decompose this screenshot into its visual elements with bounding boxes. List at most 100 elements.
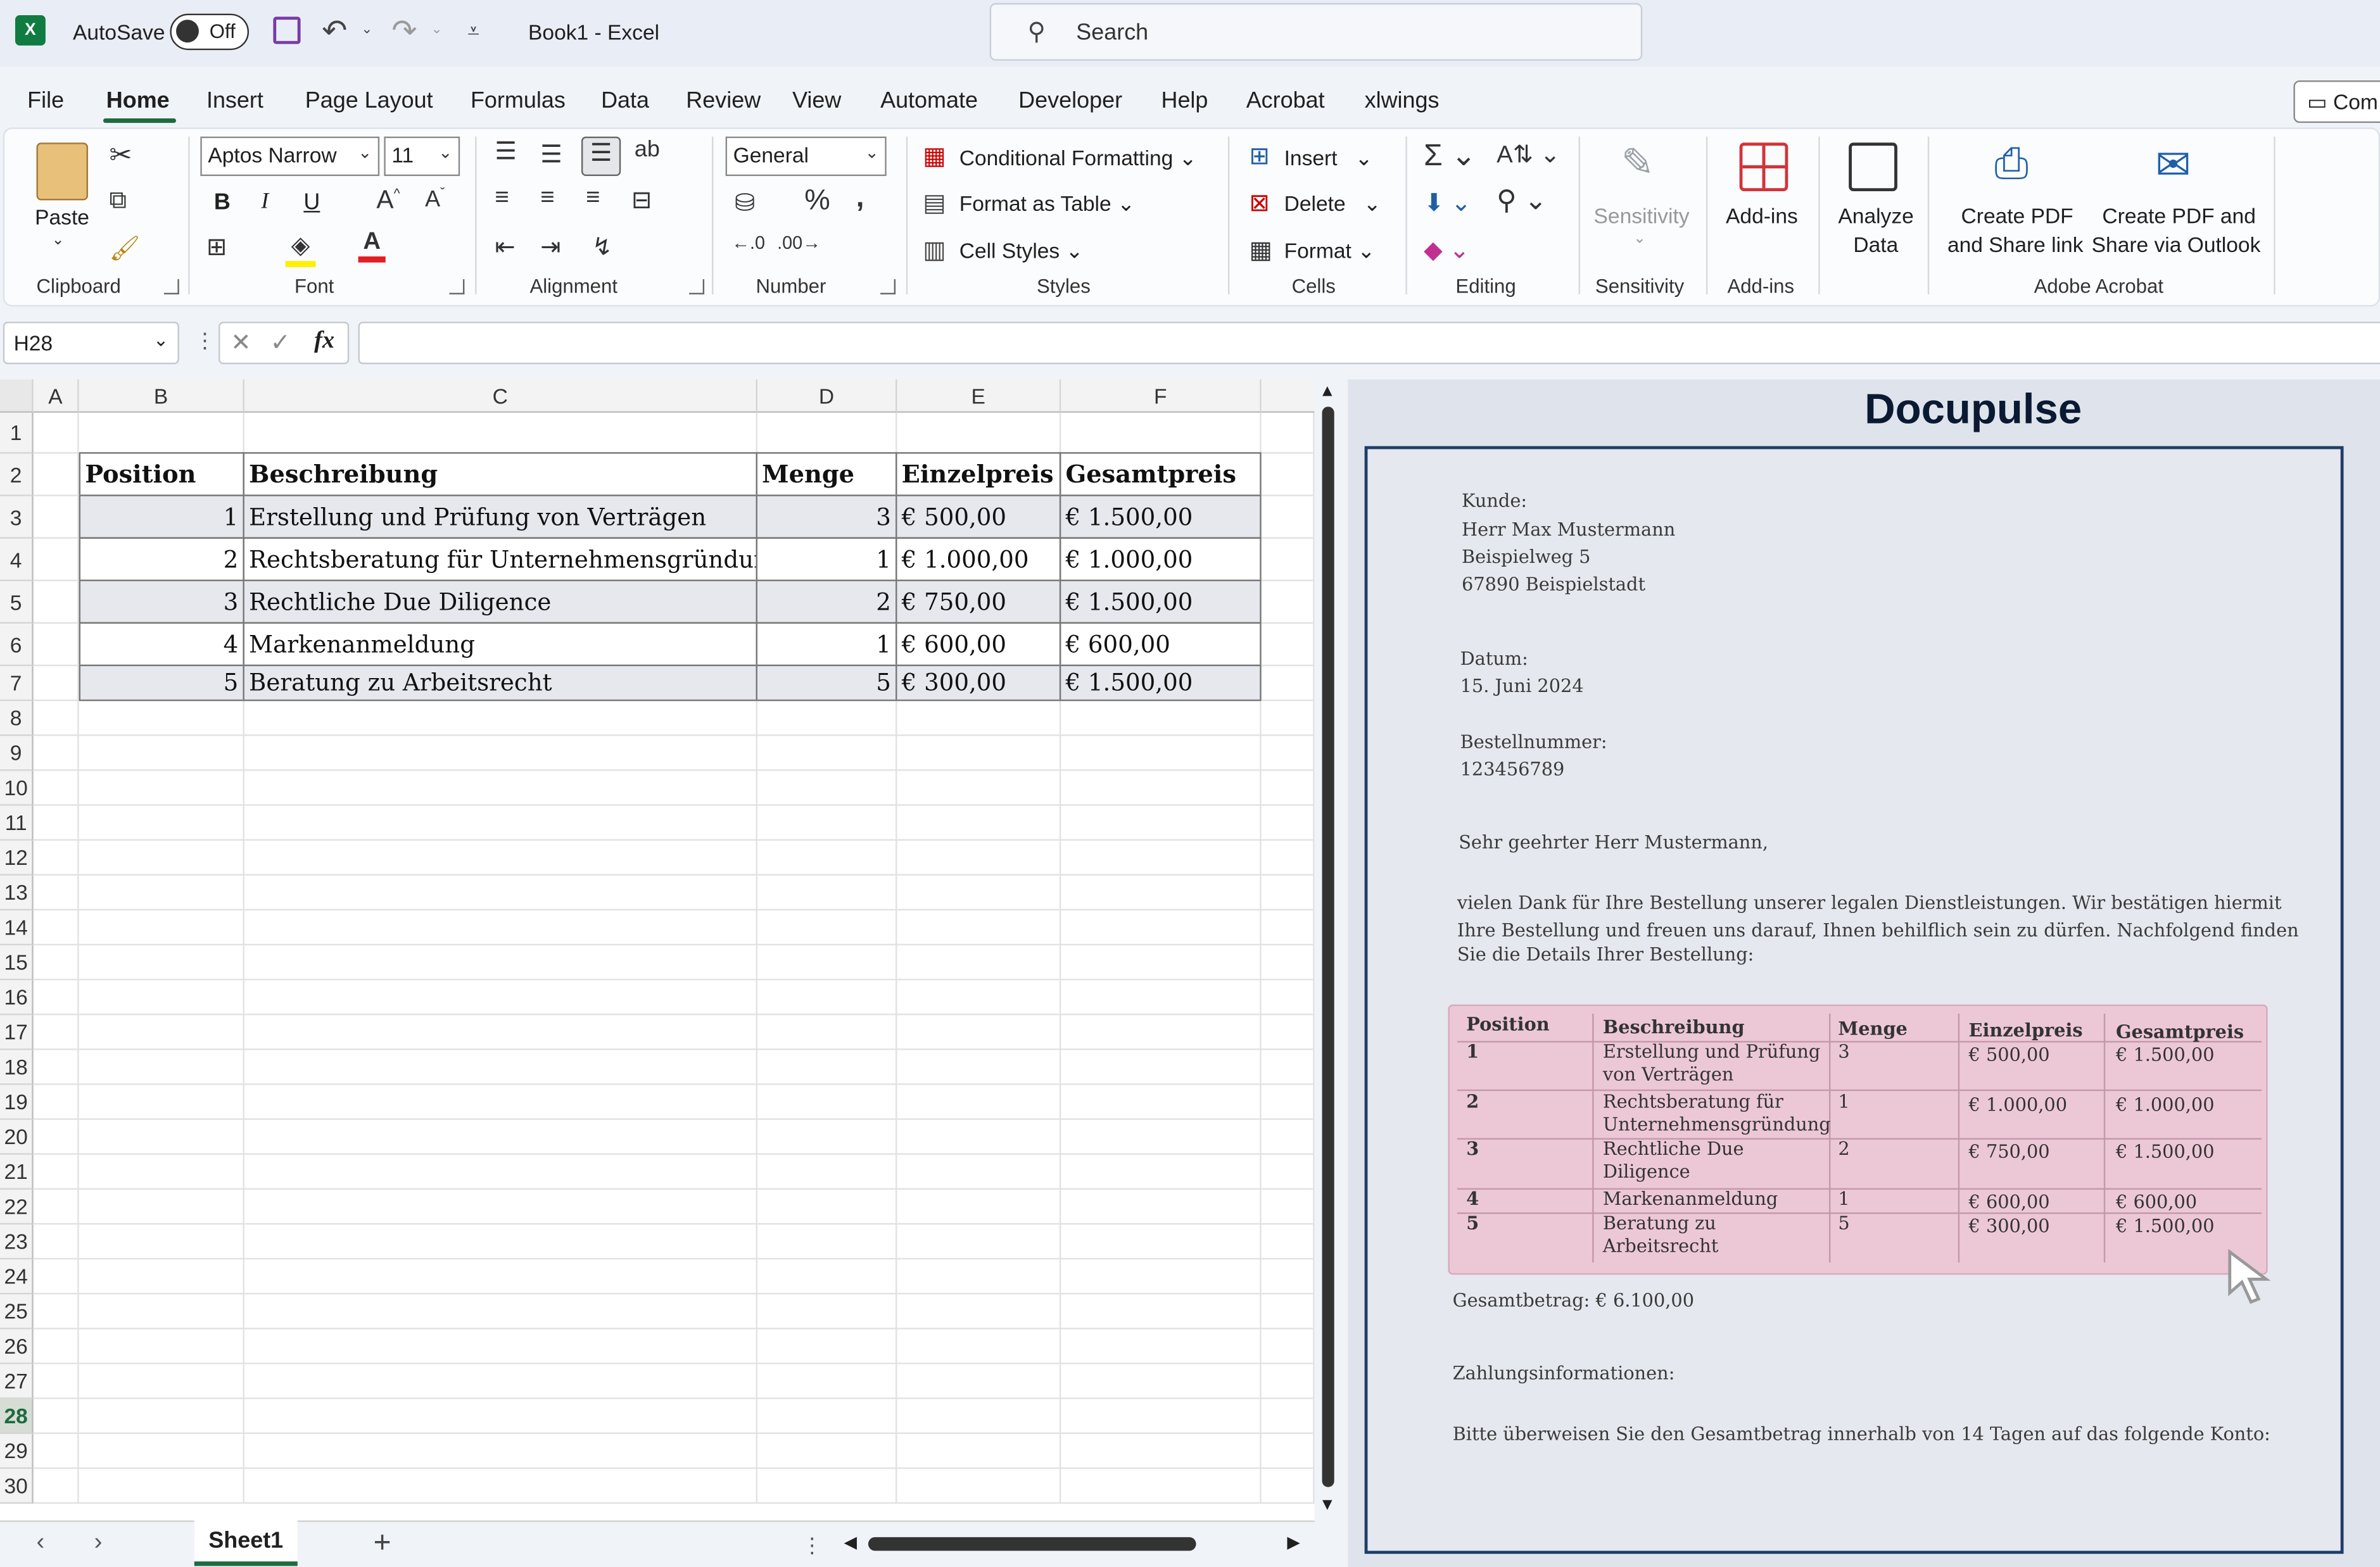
align-left-icon[interactable]: ≡ (495, 185, 509, 212)
create-pdf-outlook-line2[interactable]: Share via Outlook (2092, 232, 2261, 256)
comments-button[interactable]: ▭ Com (2293, 80, 2380, 123)
sensitivity-icon[interactable]: ✎ (1621, 139, 1654, 186)
table-header-cell[interactable]: Menge (756, 452, 897, 496)
table-cell[interactable]: Beratung zu Arbeitsrecht (243, 664, 757, 702)
increase-indent-icon[interactable]: ⇥ (540, 232, 560, 263)
borders-icon[interactable]: ⊞ (206, 232, 227, 263)
select-all-corner[interactable] (0, 379, 34, 413)
cut-icon[interactable]: ✂ (110, 139, 132, 171)
customize-toolbar-icon[interactable]: ⩡ (467, 18, 479, 44)
number-format-select[interactable]: General ⌄ (725, 136, 887, 177)
table-cell[interactable]: € 600,00 (896, 622, 1061, 667)
menu-home[interactable]: Home (106, 88, 170, 114)
search-box[interactable]: ⚲ Search (989, 3, 1643, 61)
row-header-13[interactable]: 13 (0, 875, 34, 911)
row-header-4[interactable]: 4 (0, 538, 34, 581)
menu-acrobat[interactable]: Acrobat (1246, 88, 1325, 114)
sensitivity-button[interactable]: Sensitivity (1594, 203, 1690, 227)
row-header-22[interactable]: 22 (0, 1190, 34, 1225)
table-cell[interactable]: € 1.500,00 (1059, 664, 1262, 702)
table-cell[interactable]: € 1.000,00 (1059, 537, 1262, 581)
row-header-8[interactable]: 8 (0, 701, 34, 736)
redo-icon[interactable]: ↷ (391, 12, 417, 50)
table-cell[interactable]: 1 (756, 537, 897, 581)
row-header-28[interactable]: 28 (0, 1399, 34, 1434)
menu-view[interactable]: View (792, 88, 841, 114)
menu-formulas[interactable]: Formulas (471, 88, 566, 114)
orientation-icon[interactable]: ab (635, 137, 660, 163)
copy-icon[interactable]: ⧉ (110, 188, 127, 215)
table-cell[interactable]: 2 (79, 537, 244, 581)
column-header-a[interactable]: A (33, 379, 79, 413)
menu-help[interactable]: Help (1161, 88, 1208, 114)
format-cells-icon[interactable]: ▦ (1249, 235, 1272, 265)
row-header-20[interactable]: 20 (0, 1119, 34, 1155)
column-header-d[interactable]: D (757, 379, 897, 413)
table-header-cell[interactable]: Einzelpreis (896, 452, 1061, 496)
row-header-23[interactable]: 23 (0, 1224, 34, 1260)
formula-input[interactable] (358, 322, 2380, 365)
sort-filter-icon[interactable]: A⇅ ⌄ (1497, 139, 1560, 170)
row-header-16[interactable]: 16 (0, 980, 34, 1016)
menu-page-layout[interactable]: Page Layout (305, 88, 433, 114)
row-header-5[interactable]: 5 (0, 581, 34, 624)
create-pdf-icon[interactable]: ⎙ (1994, 139, 2029, 189)
delete-cells-button[interactable]: Delete ⌄ (1284, 191, 1381, 217)
analyze-data-icon[interactable] (1849, 142, 1897, 191)
create-pdf-outlook-line1[interactable]: Create PDF and (2102, 203, 2255, 227)
scroll-left-icon[interactable]: ◀ (844, 1533, 857, 1552)
fill-icon[interactable]: ⬇ ⌄ (1424, 188, 1471, 218)
column-header-e[interactable]: E (897, 379, 1061, 413)
menu-insert[interactable]: Insert (206, 88, 263, 114)
add-ins-button[interactable]: Add-ins (1726, 203, 1798, 227)
table-cell[interactable]: 1 (79, 494, 244, 539)
analyze-data-line2[interactable]: Data (1853, 232, 1898, 256)
row-header-1[interactable]: 1 (0, 412, 34, 454)
paste-icon[interactable] (36, 142, 89, 201)
insert-cells-button[interactable]: Insert ⌄ (1284, 146, 1373, 172)
align-top-icon[interactable]: ☰ (495, 137, 516, 167)
formula-bar-options-icon[interactable]: ⋮ (194, 328, 216, 354)
table-cell[interactable]: € 600,00 (1059, 622, 1262, 667)
clipboard-launcher-icon[interactable] (163, 279, 179, 294)
horizontal-scroll-thumb[interactable] (868, 1537, 1196, 1551)
percent-icon[interactable]: % (804, 185, 830, 218)
align-right-icon[interactable]: ≡ (586, 185, 600, 212)
bold-button[interactable]: B (214, 190, 231, 216)
column-header-f[interactable]: F (1061, 379, 1262, 413)
insert-function-icon[interactable]: fx (314, 328, 334, 355)
analyze-data-line1[interactable]: Analyze (1838, 203, 1913, 227)
table-cell[interactable]: Markenanmeldung (243, 622, 757, 667)
row-header-24[interactable]: 24 (0, 1259, 34, 1295)
table-header-cell[interactable]: Position (79, 452, 244, 496)
format-cells-button[interactable]: Format ⌄ (1284, 238, 1376, 264)
row-header-26[interactable]: 26 (0, 1329, 34, 1364)
font-launcher-icon[interactable] (449, 279, 465, 294)
row-header-29[interactable]: 29 (0, 1433, 34, 1469)
increase-decimal-icon[interactable]: ←.0 (731, 232, 765, 254)
table-cell[interactable]: 3 (79, 579, 244, 624)
decrease-indent-icon[interactable]: ⇤ (495, 232, 515, 263)
align-bottom-icon[interactable]: ☰ (581, 136, 621, 177)
decrease-decimal-icon[interactable]: .00→ (777, 232, 821, 254)
table-cell[interactable]: Erstellung und Prüfung von Verträgen (243, 494, 757, 539)
table-header-cell[interactable]: Gesamtpreis (1059, 452, 1262, 496)
row-header-7[interactable]: 7 (0, 666, 34, 702)
table-header-cell[interactable]: Beschreibung (243, 452, 757, 496)
format-painter-icon[interactable]: 🖌 (110, 234, 141, 264)
create-pdf-share-line2[interactable]: and Share link (1947, 232, 2084, 256)
increase-font-icon[interactable]: A^ (376, 185, 400, 215)
row-header-10[interactable]: 10 (0, 771, 34, 806)
underline-button[interactable]: U (303, 190, 320, 216)
autosave-toggle[interactable]: Off (170, 13, 250, 51)
table-cell[interactable]: Rechtsberatung für Unternehmensgründung (243, 537, 757, 581)
menu-xlwings[interactable]: xlwings (1365, 88, 1440, 114)
row-header-2[interactable]: 2 (0, 453, 34, 496)
menu-developer[interactable]: Developer (1018, 88, 1122, 114)
paste-dropdown-icon[interactable]: ⌄ (51, 232, 64, 249)
add-sheet-icon[interactable]: + (374, 1526, 391, 1561)
next-sheet-icon[interactable]: › (94, 1530, 103, 1557)
clear-icon[interactable]: ◆ ⌄ (1424, 235, 1469, 265)
row-header-15[interactable]: 15 (0, 945, 34, 981)
decrease-font-icon[interactable]: Aˇ (425, 185, 445, 212)
